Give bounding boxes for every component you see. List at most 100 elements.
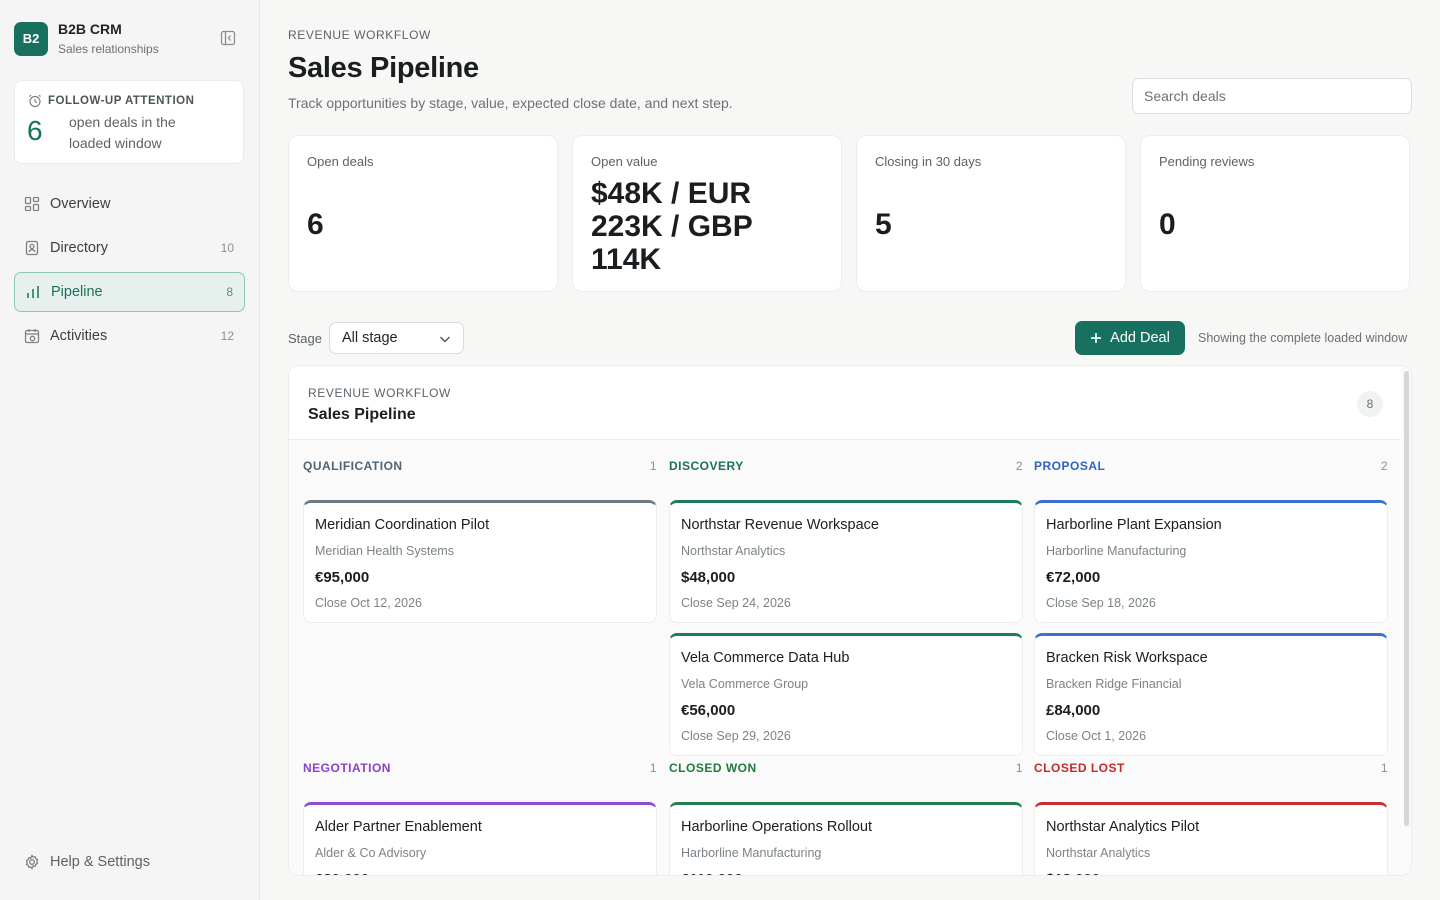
stage-count: 1 bbox=[1015, 761, 1023, 775]
board-title: Sales Pipeline bbox=[308, 406, 416, 423]
deal-company: Harborline Manufacturing bbox=[681, 846, 822, 860]
metric-value: 5 bbox=[875, 208, 892, 241]
help-settings-link[interactable]: Help & Settings bbox=[24, 854, 150, 870]
deal-card[interactable]: Harborline Plant Expansion Harborline Man… bbox=[1034, 500, 1388, 623]
sidebar-item-overview[interactable]: Overview bbox=[14, 184, 245, 224]
add-deal-button[interactable]: Add Deal bbox=[1075, 321, 1185, 355]
contact-book-icon bbox=[25, 240, 39, 256]
stage-column-header: NEGOTIATION 1 bbox=[303, 761, 657, 781]
deal-company: Northstar Analytics bbox=[681, 544, 786, 558]
plus-icon bbox=[1091, 333, 1102, 343]
page-description: Track opportunities by stage, value, exp… bbox=[288, 95, 733, 111]
sidebar-item-directory[interactable]: Directory 10 bbox=[14, 228, 245, 268]
deal-close-date: Close Oct 12, 2026 bbox=[315, 596, 423, 610]
sidebar-collapse-icon[interactable] bbox=[220, 30, 236, 46]
stage-name: CLOSED WON bbox=[669, 761, 757, 775]
deal-company: Harborline Manufacturing bbox=[1046, 544, 1187, 558]
deal-card[interactable]: Alder Partner Enablement Alder & Co Advis… bbox=[303, 802, 657, 875]
deal-card[interactable]: Vela Commerce Data Hub Vela Commerce Grou… bbox=[669, 633, 1023, 756]
stage-filter-label: Stage bbox=[288, 331, 322, 346]
page-eyebrow: REVENUE WORKFLOW bbox=[288, 28, 431, 42]
deal-title: Meridian Coordination Pilot bbox=[315, 517, 490, 533]
stage-column-negotiation: NEGOTIATION 1 Alder Partner Enablement Alde… bbox=[303, 761, 657, 875]
deal-card[interactable]: Northstar Revenue Workspace Northstar Ana… bbox=[669, 500, 1023, 623]
deal-close-date: Close Sep 18, 2026 bbox=[1046, 596, 1156, 610]
deal-title: Harborline Plant Expansion bbox=[1046, 517, 1222, 533]
metric-pending-reviews: Pending reviews 0 bbox=[1140, 135, 1410, 292]
stage-count: 1 bbox=[649, 761, 657, 775]
stage-column-header: CLOSED WON 1 bbox=[669, 761, 1023, 781]
stage-filter-select[interactable]: All stage bbox=[329, 322, 464, 354]
stage-column-discovery: DISCOVERY 2 Northstar Revenue Workspace Nor… bbox=[669, 459, 1023, 756]
sidebar-item-activities[interactable]: Activities 12 bbox=[14, 316, 245, 356]
brand-logo: B2 bbox=[14, 21, 48, 56]
metric-open-deals: Open deals 6 bbox=[288, 135, 558, 292]
deal-amount: €95,000 bbox=[315, 569, 370, 586]
stage-count: 1 bbox=[1380, 761, 1388, 775]
deal-card[interactable]: Harborline Operations Rollout Harborline … bbox=[669, 802, 1023, 875]
stage-name: PROPOSAL bbox=[1034, 459, 1106, 473]
stage-name: QUALIFICATION bbox=[303, 459, 403, 473]
showing-status: Showing the complete loaded window bbox=[1198, 331, 1408, 345]
deal-close-date: Close Sep 29, 2026 bbox=[681, 729, 791, 743]
stage-column-proposal: PROPOSAL 2 Harborline Plant Expansion Harbo… bbox=[1034, 459, 1388, 756]
deal-title: Bracken Risk Workspace bbox=[1046, 650, 1208, 666]
metric-closing-30-days: Closing in 30 days 5 bbox=[856, 135, 1126, 292]
sidebar-item-count: 12 bbox=[220, 329, 234, 343]
deal-company: Vela Commerce Group bbox=[681, 677, 809, 691]
metric-value: 0 bbox=[1159, 208, 1176, 241]
deal-card[interactable]: Northstar Analytics Pilot Northstar Analy… bbox=[1034, 802, 1388, 875]
attention-text: open deals in the loaded window bbox=[69, 114, 176, 151]
sidebar-item-count: 10 bbox=[220, 241, 234, 255]
stage-column-closed-won: CLOSED WON 1 Harborline Operations Rollout… bbox=[669, 761, 1023, 875]
bar-chart-icon bbox=[27, 286, 39, 298]
stage-count: 2 bbox=[1380, 459, 1388, 473]
board-eyebrow: REVENUE WORKFLOW bbox=[308, 386, 451, 400]
deal-title: Vela Commerce Data Hub bbox=[681, 650, 850, 666]
stage-filter-value: All stage bbox=[342, 330, 398, 346]
metric-value: 6 bbox=[307, 208, 324, 241]
stage-column-header: DISCOVERY 2 bbox=[669, 459, 1023, 479]
deal-company: Alder & Co Advisory bbox=[315, 846, 427, 860]
deal-title: Northstar Revenue Workspace bbox=[681, 517, 879, 533]
deal-company: Northstar Analytics bbox=[1046, 846, 1151, 860]
metric-label: Pending reviews bbox=[1159, 154, 1255, 169]
attention-title: FOLLOW-UP ATTENTION bbox=[48, 95, 195, 107]
follow-up-attention-card: FOLLOW-UP ATTENTION 6 open deals in the … bbox=[14, 80, 244, 164]
help-settings-label: Help & Settings bbox=[50, 854, 150, 870]
board-scrollbar[interactable] bbox=[1404, 371, 1409, 826]
deal-card[interactable]: Meridian Coordination Pilot Meridian Heal… bbox=[303, 500, 657, 623]
deal-amount: $48,000 bbox=[681, 569, 736, 586]
sidebar-item-count: 8 bbox=[226, 285, 233, 299]
deal-amount: €110,000 bbox=[681, 871, 743, 875]
board-count-badge: 8 bbox=[1357, 391, 1383, 417]
sidebar-item-pipeline[interactable]: Pipeline 8 bbox=[14, 272, 245, 312]
deal-amount: £30,000 bbox=[315, 871, 369, 875]
sidebar-nav: Overview Directory 10 Pipeline 8 Activit… bbox=[14, 184, 245, 360]
attention-count: 6 bbox=[27, 115, 43, 146]
sidebar: B2 B2B CRM Sales relationships FOLLOW-UP… bbox=[0, 0, 260, 900]
deal-amount: €72,000 bbox=[1046, 569, 1101, 586]
page-title: Sales Pipeline bbox=[288, 52, 479, 84]
brand-name: B2B CRM bbox=[58, 21, 122, 37]
deal-company: Bracken Ridge Financial bbox=[1046, 677, 1182, 691]
sidebar-item-label: Directory bbox=[50, 240, 109, 256]
deal-card[interactable]: Bracken Risk Workspace Bracken Ridge Fina… bbox=[1034, 633, 1388, 756]
deal-amount: £84,000 bbox=[1046, 702, 1101, 719]
stage-name: NEGOTIATION bbox=[303, 761, 391, 775]
metric-label: Open deals bbox=[307, 154, 374, 169]
stage-name: CLOSED LOST bbox=[1034, 761, 1125, 775]
calendar-clock-icon bbox=[24, 329, 40, 344]
deal-amount: €56,000 bbox=[681, 702, 736, 719]
search-input[interactable] bbox=[1132, 78, 1412, 114]
stage-column-qualification: QUALIFICATION 1 Meridian Coordination Pilo… bbox=[303, 459, 657, 623]
alarm-clock-icon bbox=[29, 94, 41, 108]
stage-count: 1 bbox=[649, 459, 657, 473]
deal-close-date: Close Sep 24, 2026 bbox=[681, 596, 791, 610]
stage-count: 2 bbox=[1015, 459, 1023, 473]
brand-subtitle: Sales relationships bbox=[58, 42, 159, 56]
deal-title: Northstar Analytics Pilot bbox=[1046, 819, 1200, 835]
deal-title: Harborline Operations Rollout bbox=[681, 819, 873, 835]
metric-value: $48K / EUR 223K / GBP 114K bbox=[591, 177, 753, 276]
sidebar-item-label: Pipeline bbox=[51, 284, 103, 300]
